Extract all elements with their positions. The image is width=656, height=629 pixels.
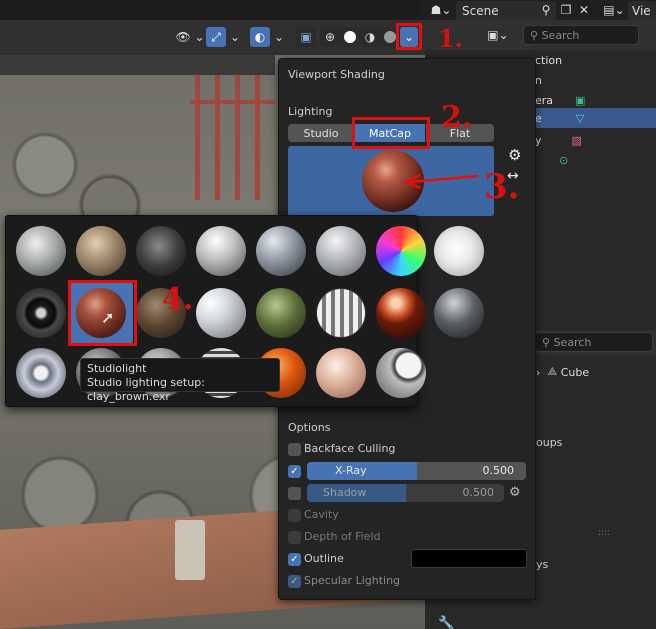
viewport-railing <box>190 75 275 200</box>
shadow-settings-gear-icon[interactable]: ⚙ <box>509 485 521 500</box>
annotation-box-clay-brown <box>68 280 137 346</box>
light-data-icon[interactable]: ⊙ <box>559 154 568 167</box>
popover-title: Viewport Shading <box>288 68 385 81</box>
cavity-checkbox[interactable] <box>288 509 301 522</box>
outliner-row-label: era <box>535 93 554 107</box>
matcap-thumbnail[interactable] <box>376 288 426 338</box>
mesh-data-icon[interactable]: ▽ <box>576 112 584 125</box>
annotation-number: 3. <box>484 167 520 207</box>
top-bar: ☗⌄ Scene ⚲ ❐ ✕ ▤⌄ Vie <box>420 0 656 21</box>
properties-label: oups <box>536 436 563 449</box>
outliner-search-placeholder: Search <box>541 28 580 42</box>
solid-shading-icon[interactable] <box>340 27 360 47</box>
depth-of-field-checkbox[interactable] <box>288 531 301 544</box>
matcap-thumbnail[interactable] <box>196 226 246 276</box>
annotation-arrow-icon <box>403 173 479 190</box>
outliner-row-label: ction <box>535 53 563 67</box>
object-name: Cube <box>560 365 590 379</box>
matcap-tooltip: Studiolight Studio lighting setup: clay_… <box>80 358 280 403</box>
annotation-number: 4. <box>162 282 194 317</box>
lighting-label: Lighting <box>288 105 333 118</box>
cavity-label: Cavity <box>304 508 339 521</box>
matcap-thumbnail[interactable] <box>316 348 366 398</box>
annotation-number: 1. <box>438 24 464 53</box>
material-shading-icon[interactable]: ◑ <box>360 27 380 47</box>
matcap-thumbnail[interactable] <box>434 288 484 338</box>
properties-search-input[interactable]: ⚲ Search <box>535 332 653 352</box>
matcap-thumbnail[interactable] <box>316 226 366 276</box>
image-data-icon[interactable]: ▨ <box>572 134 582 147</box>
matcap-thumbnail[interactable] <box>76 226 126 276</box>
depth-of-field-label: Depth of Field <box>304 530 381 543</box>
shadow-slider[interactable]: Shadow 0.500 <box>307 484 504 502</box>
gizmo-icon[interactable]: ⤢ <box>206 27 226 47</box>
object-breadcrumb: › ⟁ Cube <box>536 364 589 380</box>
xray-checkbox[interactable]: ✓ <box>288 465 301 478</box>
specular-lighting-checkbox[interactable]: ✓ <box>288 575 301 588</box>
properties-search-placeholder: Search <box>553 335 592 349</box>
overlay-dropdown-icon[interactable]: ⌄ <box>272 27 286 47</box>
resize-handle-icon[interactable]: :::: <box>598 528 610 538</box>
breadcrumb-arrow-icon: › <box>536 365 548 379</box>
matcap-thumbnail[interactable] <box>376 348 426 398</box>
matcap-thumbnail[interactable] <box>136 226 186 276</box>
outline-color-swatch[interactable] <box>411 549 527 568</box>
wireframe-shading-icon[interactable]: ⊕ <box>320 27 340 47</box>
matcap-thumbnail[interactable] <box>376 226 426 276</box>
outliner-row-label: e <box>535 111 542 125</box>
lighting-studio-button[interactable]: Studio <box>288 124 354 142</box>
camera-data-icon[interactable]: ▣ <box>575 94 585 107</box>
xray-slider[interactable]: X-Ray 0.500 <box>307 462 526 480</box>
new-scene-icon[interactable]: ❐ <box>558 0 574 20</box>
outline-checkbox[interactable]: ✓ <box>288 553 301 566</box>
matcap-thumbnail[interactable] <box>434 226 484 276</box>
properties-label: ys <box>536 558 549 571</box>
annotation-box-shading-dropdown <box>396 23 422 50</box>
matcap-thumbnail[interactable] <box>316 288 366 338</box>
view-layer-icon[interactable]: ▤⌄ <box>602 0 626 20</box>
viewport-post <box>175 520 205 580</box>
xray-toggle-icon[interactable]: ▣ <box>296 27 316 47</box>
tooltip-title: Studiolight <box>87 362 147 375</box>
backface-culling-label: Backface Culling <box>304 442 396 455</box>
viewport-header: 👁 ⌄ ⤢ ⌄ ◐ ⌄ ▣ ⊕ ◑ ⌄ <box>0 20 425 55</box>
pin-icon[interactable]: ⚲ <box>538 0 554 20</box>
options-label: Options <box>288 421 331 434</box>
matcap-thumbnail[interactable] <box>256 288 306 338</box>
matcap-thumbnail[interactable] <box>16 226 66 276</box>
shadow-checkbox[interactable] <box>288 487 301 500</box>
wrench-icon[interactable]: 🔧 <box>438 616 454 629</box>
annotation-number: 2. <box>441 100 473 135</box>
matcap-thumbnail[interactable] <box>16 288 66 338</box>
mesh-icon: ⟁ <box>547 365 561 378</box>
viewport-dark-band <box>0 55 275 75</box>
backface-culling-checkbox[interactable] <box>288 443 301 456</box>
xray-label: X-Ray <box>335 464 367 477</box>
outline-label: Outline <box>304 552 344 565</box>
visibility-icon[interactable]: 👁 ⌄ <box>170 27 210 47</box>
matcap-thumbnail[interactable] <box>196 288 246 338</box>
settings-gear-icon[interactable]: ⚙ <box>508 146 521 164</box>
close-scene-icon[interactable]: ✕ <box>576 0 592 20</box>
xray-value: 0.500 <box>482 464 515 477</box>
annotation-box-matcap <box>352 117 430 149</box>
shadow-value: 0.500 <box>462 486 495 499</box>
display-mode-icon[interactable]: ▣⌄ <box>483 25 513 45</box>
outliner-row-label: n <box>535 73 542 87</box>
matcap-thumbnail[interactable] <box>256 226 306 276</box>
specular-lighting-label: Specular Lighting <box>304 574 401 587</box>
overlay-icon[interactable]: ◐ <box>250 27 270 47</box>
tooltip-text: Studio lighting setup: clay_brown.exr <box>87 376 205 403</box>
studio-label: Studio <box>303 126 339 140</box>
gizmo-dropdown-icon[interactable]: ⌄ <box>228 27 242 47</box>
scene-selector-icon[interactable]: ☗⌄ <box>426 0 456 20</box>
matcap-thumbnail[interactable] <box>16 348 66 398</box>
outliner-search-input[interactable]: ⚲ Search <box>523 25 639 45</box>
view-layer-field[interactable]: Vie <box>628 1 656 21</box>
shadow-label: Shadow <box>323 486 367 499</box>
scene-name: Scene <box>462 4 499 18</box>
view-layer-name: Vie <box>632 4 651 18</box>
